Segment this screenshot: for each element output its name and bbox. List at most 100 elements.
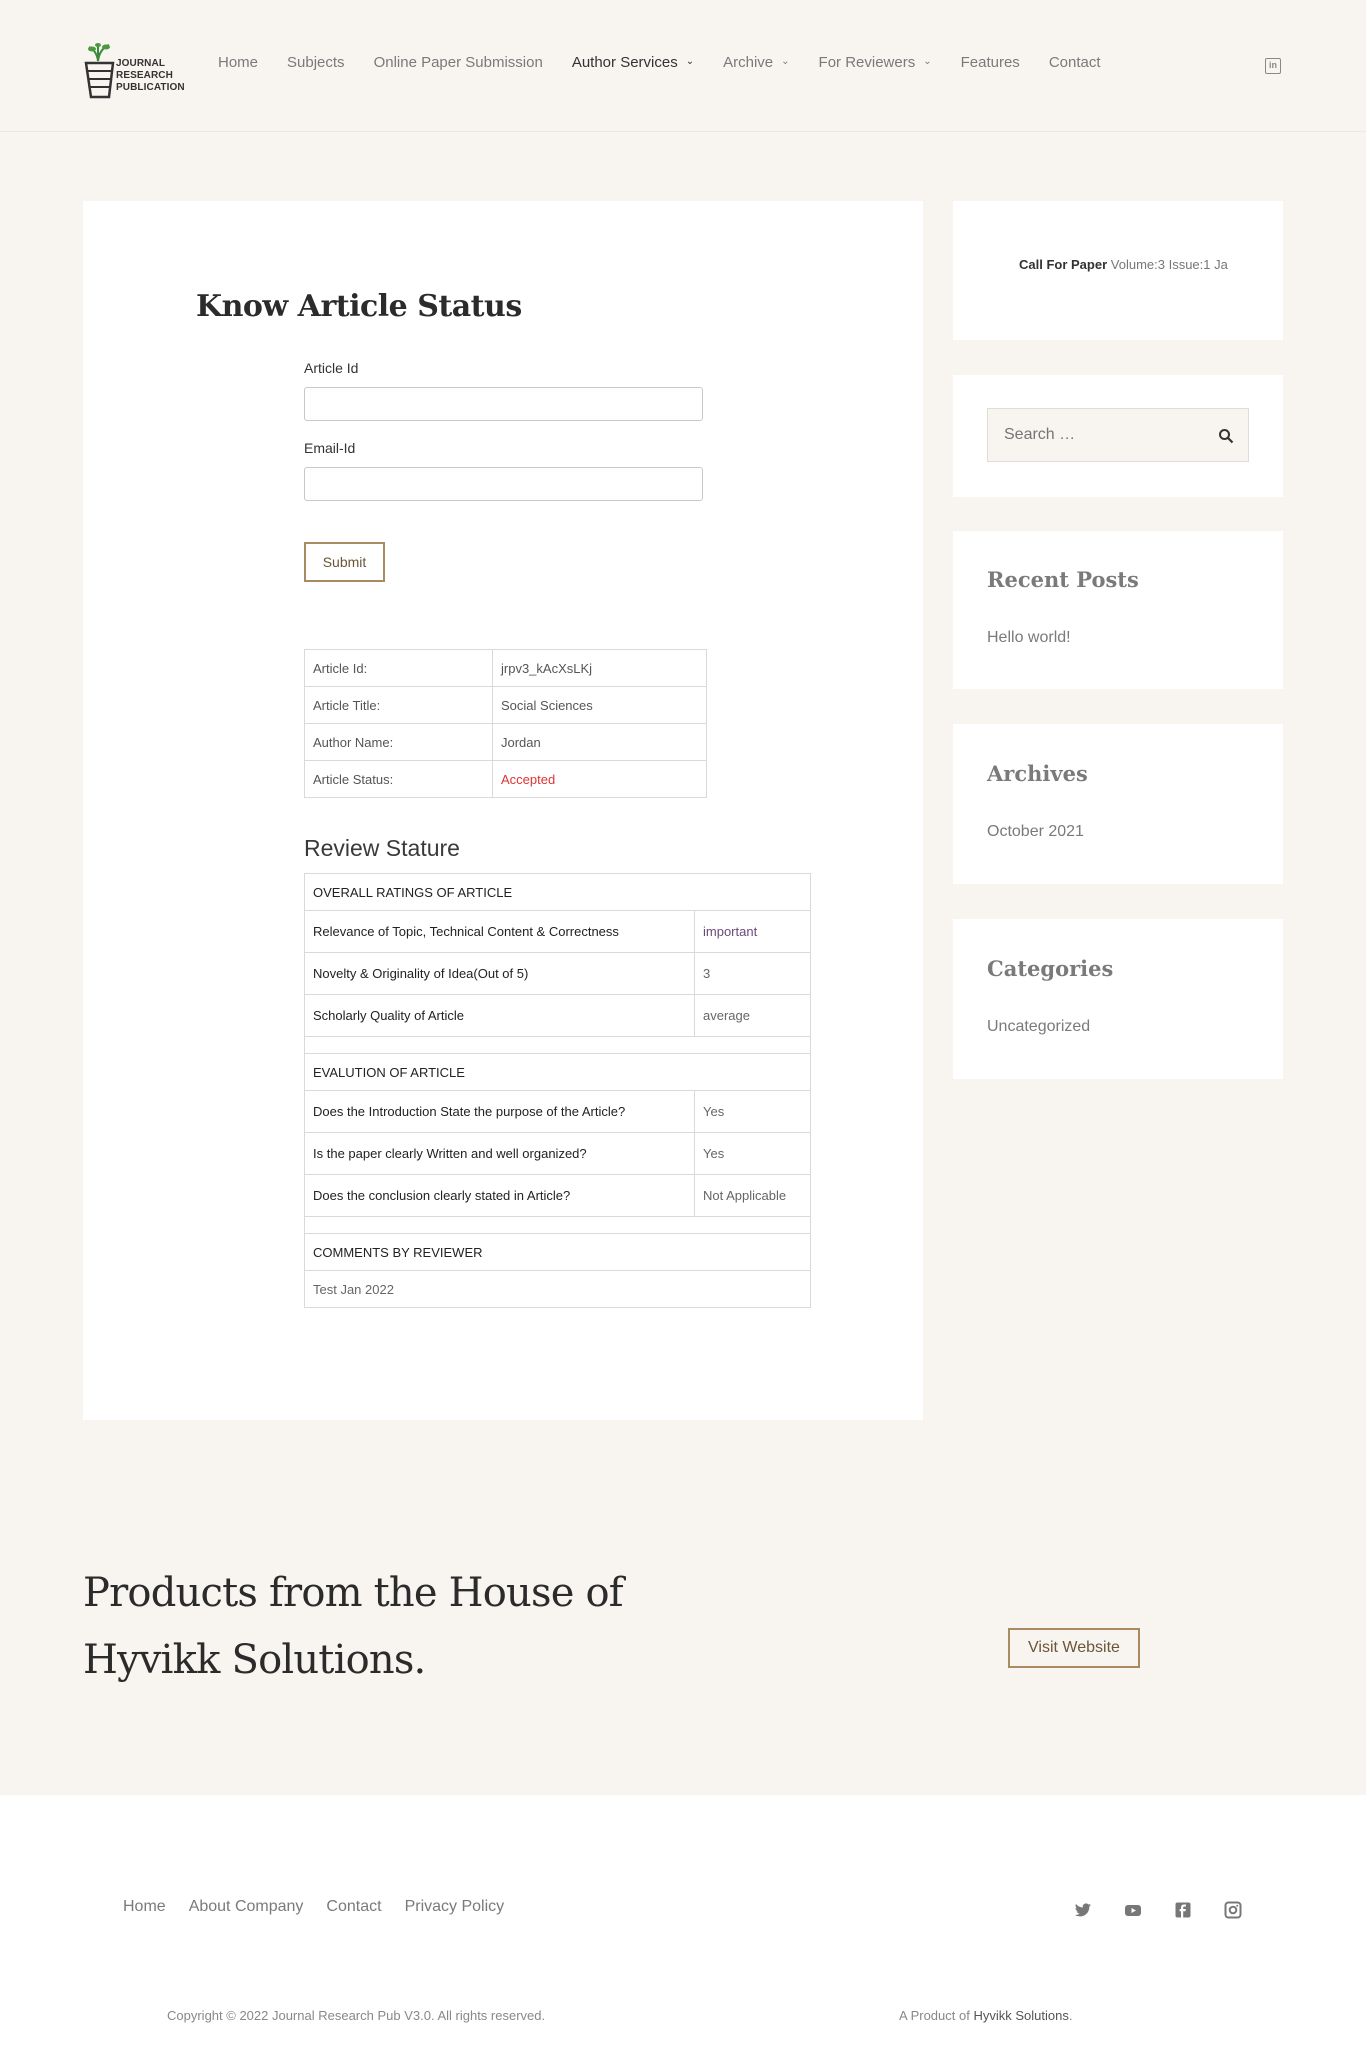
- article-id-value: jrpv3_kAcXsLKj: [492, 649, 707, 687]
- search-icon[interactable]: [1218, 428, 1234, 444]
- visit-website-button[interactable]: Visit Website: [1008, 1628, 1140, 1668]
- nav-features-label: Features: [960, 54, 1020, 71]
- recent-post-link[interactable]: Hello world!: [987, 629, 1071, 647]
- article-id-input[interactable]: [304, 387, 703, 421]
- table-row: Does the conclusion clearly stated in Ar…: [304, 1174, 811, 1217]
- evaluation-header: EVALUTION OF ARTICLE: [304, 1053, 811, 1091]
- cta-heading-line-2: Hyvikk Solutions.: [83, 1637, 426, 1683]
- nav-contact[interactable]: Contact: [1049, 54, 1101, 71]
- author-name-value: Jordan: [492, 723, 707, 761]
- article-status-key: Article Status:: [304, 760, 493, 798]
- archives-widget: Archives October 2021: [953, 724, 1283, 884]
- review-heading: Review Stature: [304, 835, 460, 861]
- rating-question: Relevance of Topic, Technical Content & …: [304, 910, 695, 953]
- table-row: [304, 1036, 811, 1054]
- table-row: Author Name: Jordan: [304, 723, 707, 761]
- footer-link-privacy-policy[interactable]: Privacy Policy: [405, 1898, 505, 1916]
- site-logo[interactable]: JOURNAL RESEARCH PUBLICATION: [83, 33, 187, 99]
- article-title-value: Social Sciences: [492, 686, 707, 724]
- table-row: Does the Introduction State the purpose …: [304, 1090, 811, 1133]
- rating-question: Scholarly Quality of Article: [304, 994, 695, 1037]
- table-row: Novelty & Originality of Idea(Out of 5) …: [304, 952, 811, 995]
- youtube-icon[interactable]: [1124, 1901, 1142, 1919]
- article-status-card: Know Article Status Article Id Email-Id …: [83, 201, 923, 1420]
- evaluation-question: Is the paper clearly Written and well or…: [304, 1132, 695, 1175]
- rating-question: Novelty & Originality of Idea(Out of 5): [304, 952, 695, 995]
- footer-link-about-company[interactable]: About Company: [189, 1898, 304, 1916]
- logo-line-1: JOURNAL: [116, 58, 166, 69]
- nav-archive-label: Archive: [723, 54, 774, 71]
- cta-heading: Products from the House of Hyvikk Soluti…: [83, 1560, 683, 1694]
- nav-for-reviewers-label: For Reviewers: [818, 54, 916, 71]
- logo-line-3: PUBLICATION: [116, 82, 185, 93]
- evaluation-question: Does the Introduction State the purpose …: [304, 1090, 695, 1133]
- rating-answer: 3: [694, 952, 811, 995]
- archive-link[interactable]: October 2021: [987, 823, 1084, 841]
- nav-author-services[interactable]: Author Services ⌄: [572, 54, 694, 71]
- table-row: Test Jan 2022: [304, 1270, 811, 1308]
- categories-widget: Categories Uncategorized: [953, 919, 1283, 1079]
- nav-author-services-label: Author Services: [571, 54, 678, 71]
- site-header: JOURNAL RESEARCH PUBLICATION Home Subjec…: [0, 0, 1366, 132]
- evaluation-answer: Not Applicable: [694, 1174, 811, 1217]
- footer-nav: Home About Company Contact Privacy Polic…: [123, 1898, 527, 1916]
- article-title-key: Article Title:: [304, 686, 493, 724]
- email-id-label: Email-Id: [304, 440, 356, 456]
- nav-features[interactable]: Features: [961, 54, 1020, 71]
- instagram-icon[interactable]: [1224, 1901, 1242, 1919]
- submit-button[interactable]: Submit: [304, 542, 385, 582]
- table-row: EVALUTION OF ARTICLE: [304, 1053, 811, 1091]
- footer-link-contact[interactable]: Contact: [326, 1898, 381, 1916]
- nav-home-label: Home: [218, 54, 259, 71]
- facebook-icon[interactable]: [1174, 1901, 1192, 1919]
- footer-link-home[interactable]: Home: [123, 1898, 166, 1916]
- nav-subjects[interactable]: Subjects: [287, 54, 345, 71]
- product-credit-suffix: .: [1068, 2008, 1073, 2023]
- chevron-down-icon: ⌄: [923, 56, 932, 67]
- product-credit-link[interactable]: Hyvikk Solutions: [973, 2008, 1068, 2023]
- review-table: OVERALL RATINGS OF ARTICLE Relevance of …: [304, 873, 811, 1308]
- evaluation-answer: Yes: [694, 1132, 811, 1175]
- twitter-icon[interactable]: [1074, 1901, 1092, 1919]
- nav-online-paper-submission[interactable]: Online Paper Submission: [374, 54, 543, 71]
- author-name-key: Author Name:: [304, 723, 493, 761]
- ratings-header: OVERALL RATINGS OF ARTICLE: [304, 873, 811, 911]
- article-status-value: Accepted: [492, 760, 707, 798]
- comments-header: COMMENTS BY REVIEWER: [304, 1233, 811, 1271]
- table-row: Article Status: Accepted: [304, 760, 707, 798]
- table-spacer: [304, 1036, 811, 1054]
- category-link[interactable]: Uncategorized: [987, 1018, 1090, 1036]
- reviewer-comment: Test Jan 2022: [304, 1270, 811, 1308]
- rating-answer: average: [694, 994, 811, 1037]
- product-credit: A Product of Hyvikk Solutions.: [899, 2008, 1072, 2023]
- nav-home[interactable]: Home: [218, 54, 258, 71]
- copyright-text: Copyright © 2022 Journal Research Pub V3…: [167, 2008, 546, 2023]
- search-widget: [953, 375, 1283, 497]
- table-row: Is the paper clearly Written and well or…: [304, 1132, 811, 1175]
- logo-line-2: RESEARCH: [116, 70, 173, 81]
- call-for-paper-widget: Call For Paper Volume:3 Issue:1 Ja: [953, 201, 1283, 340]
- table-row: Scholarly Quality of Article average: [304, 994, 811, 1037]
- article-id-key: Article Id:: [304, 649, 493, 687]
- table-row: OVERALL RATINGS OF ARTICLE: [304, 873, 811, 911]
- recent-posts-widget: Recent Posts Hello world!: [953, 531, 1283, 689]
- nav-archive[interactable]: Archive ⌄: [723, 54, 789, 71]
- table-row: Relevance of Topic, Technical Content & …: [304, 910, 811, 953]
- table-row: Article Title: Social Sciences: [304, 686, 707, 724]
- product-credit-prefix: A Product of: [899, 2008, 970, 2023]
- search-input[interactable]: [988, 409, 1208, 461]
- call-for-paper-label: Call For Paper: [1019, 257, 1108, 272]
- search-box: [987, 408, 1249, 462]
- nav-for-reviewers[interactable]: For Reviewers ⌄: [819, 54, 932, 71]
- table-row: COMMENTS BY REVIEWER: [304, 1233, 811, 1271]
- chevron-down-icon: ⌄: [781, 56, 790, 67]
- recent-posts-title: Recent Posts: [987, 567, 1139, 592]
- table-row: [304, 1216, 811, 1234]
- table-row: Article Id: jrpv3_kAcXsLKj: [304, 649, 707, 687]
- nav-subjects-label: Subjects: [287, 54, 345, 71]
- chevron-down-icon: ⌄: [685, 56, 695, 67]
- call-for-paper-ticker[interactable]: Call For Paper Volume:3 Issue:1 Ja: [1019, 257, 1249, 272]
- archives-title: Archives: [987, 761, 1088, 786]
- email-id-input[interactable]: [304, 467, 703, 501]
- linkedin-icon[interactable]: in: [1265, 58, 1281, 74]
